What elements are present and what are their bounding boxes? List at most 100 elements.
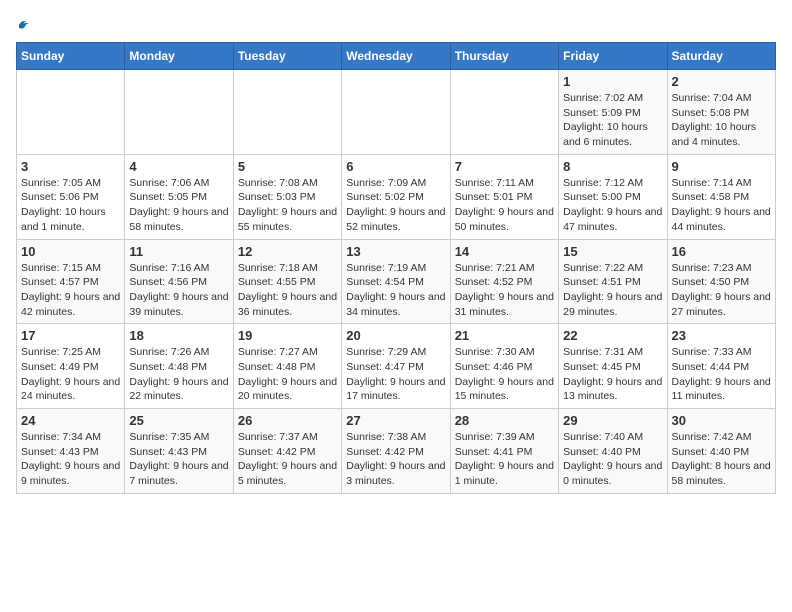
day-number: 9	[672, 159, 771, 174]
weekday-header-friday: Friday	[559, 43, 667, 70]
weekday-header-wednesday: Wednesday	[342, 43, 450, 70]
calendar-cell: 9 Sunrise: 7:14 AM Sunset: 4:58 PM Daylig…	[667, 154, 775, 239]
calendar-cell: 5 Sunrise: 7:08 AM Sunset: 5:03 PM Daylig…	[233, 154, 341, 239]
calendar-cell: 30 Sunrise: 7:42 AM Sunset: 4:40 PM Dayli…	[667, 409, 775, 494]
calendar-cell: 17 Sunrise: 7:25 AM Sunset: 4:49 PM Dayli…	[17, 324, 125, 409]
page-header	[16, 16, 776, 34]
day-info: Sunrise: 7:05 AM Sunset: 5:06 PM Dayligh…	[21, 176, 120, 235]
day-info: Sunrise: 7:22 AM Sunset: 4:51 PM Dayligh…	[563, 261, 662, 320]
weekday-header-saturday: Saturday	[667, 43, 775, 70]
calendar-cell: 25 Sunrise: 7:35 AM Sunset: 4:43 PM Dayli…	[125, 409, 233, 494]
day-info: Sunrise: 7:12 AM Sunset: 5:00 PM Dayligh…	[563, 176, 662, 235]
day-info: Sunrise: 7:40 AM Sunset: 4:40 PM Dayligh…	[563, 430, 662, 489]
day-info: Sunrise: 7:23 AM Sunset: 4:50 PM Dayligh…	[672, 261, 771, 320]
calendar-cell: 16 Sunrise: 7:23 AM Sunset: 4:50 PM Dayli…	[667, 239, 775, 324]
calendar-cell: 7Sunrise: 7:11 AM Sunset: 5:01 PM Daylig…	[450, 154, 558, 239]
calendar-cell: 4 Sunrise: 7:06 AM Sunset: 5:05 PM Daylig…	[125, 154, 233, 239]
calendar-cell: 11 Sunrise: 7:16 AM Sunset: 4:56 PM Dayli…	[125, 239, 233, 324]
day-number: 22	[563, 328, 662, 343]
calendar-cell: 23 Sunrise: 7:33 AM Sunset: 4:44 PM Dayli…	[667, 324, 775, 409]
calendar-body: 1Sunrise: 7:02 AM Sunset: 5:09 PM Daylig…	[17, 70, 776, 494]
calendar-cell: 26 Sunrise: 7:37 AM Sunset: 4:42 PM Dayli…	[233, 409, 341, 494]
day-number: 8	[563, 159, 662, 174]
calendar-cell: 21 Sunrise: 7:30 AM Sunset: 4:46 PM Dayli…	[450, 324, 558, 409]
calendar-week-row: 24Sunrise: 7:34 AM Sunset: 4:43 PM Dayli…	[17, 409, 776, 494]
day-number: 27	[346, 413, 445, 428]
day-info: Sunrise: 7:02 AM Sunset: 5:09 PM Dayligh…	[563, 91, 662, 150]
calendar-cell: 14 Sunrise: 7:21 AM Sunset: 4:52 PM Dayli…	[450, 239, 558, 324]
calendar-week-row: 17 Sunrise: 7:25 AM Sunset: 4:49 PM Dayli…	[17, 324, 776, 409]
day-number: 14	[455, 244, 554, 259]
calendar-cell: 28Sunrise: 7:39 AM Sunset: 4:41 PM Dayli…	[450, 409, 558, 494]
day-number: 18	[129, 328, 228, 343]
logo	[16, 16, 34, 34]
day-info: Sunrise: 7:04 AM Sunset: 5:08 PM Dayligh…	[672, 91, 771, 150]
day-number: 20	[346, 328, 445, 343]
calendar-cell: 27 Sunrise: 7:38 AM Sunset: 4:42 PM Dayli…	[342, 409, 450, 494]
day-info: Sunrise: 7:15 AM Sunset: 4:57 PM Dayligh…	[21, 261, 120, 320]
weekday-header-tuesday: Tuesday	[233, 43, 341, 70]
day-info: Sunrise: 7:29 AM Sunset: 4:47 PM Dayligh…	[346, 345, 445, 404]
calendar-cell	[233, 70, 341, 155]
day-number: 2	[672, 74, 771, 89]
calendar-cell: 19Sunrise: 7:27 AM Sunset: 4:48 PM Dayli…	[233, 324, 341, 409]
logo-bird-icon	[16, 16, 34, 34]
day-number: 25	[129, 413, 228, 428]
day-info: Sunrise: 7:06 AM Sunset: 5:05 PM Dayligh…	[129, 176, 228, 235]
calendar-cell: 29 Sunrise: 7:40 AM Sunset: 4:40 PM Dayli…	[559, 409, 667, 494]
day-info: Sunrise: 7:16 AM Sunset: 4:56 PM Dayligh…	[129, 261, 228, 320]
day-number: 11	[129, 244, 228, 259]
calendar-header: SundayMondayTuesdayWednesdayThursdayFrid…	[17, 43, 776, 70]
day-number: 5	[238, 159, 337, 174]
weekday-header-sunday: Sunday	[17, 43, 125, 70]
day-info: Sunrise: 7:35 AM Sunset: 4:43 PM Dayligh…	[129, 430, 228, 489]
day-info: Sunrise: 7:14 AM Sunset: 4:58 PM Dayligh…	[672, 176, 771, 235]
day-info: Sunrise: 7:27 AM Sunset: 4:48 PM Dayligh…	[238, 345, 337, 404]
calendar-cell	[17, 70, 125, 155]
day-number: 3	[21, 159, 120, 174]
day-number: 16	[672, 244, 771, 259]
calendar-cell: 24Sunrise: 7:34 AM Sunset: 4:43 PM Dayli…	[17, 409, 125, 494]
day-info: Sunrise: 7:21 AM Sunset: 4:52 PM Dayligh…	[455, 261, 554, 320]
day-info: Sunrise: 7:08 AM Sunset: 5:03 PM Dayligh…	[238, 176, 337, 235]
calendar-cell: 13Sunrise: 7:19 AM Sunset: 4:54 PM Dayli…	[342, 239, 450, 324]
day-number: 4	[129, 159, 228, 174]
calendar-cell: 12Sunrise: 7:18 AM Sunset: 4:55 PM Dayli…	[233, 239, 341, 324]
day-number: 17	[21, 328, 120, 343]
calendar-cell: 10 Sunrise: 7:15 AM Sunset: 4:57 PM Dayli…	[17, 239, 125, 324]
day-number: 12	[238, 244, 337, 259]
day-info: Sunrise: 7:37 AM Sunset: 4:42 PM Dayligh…	[238, 430, 337, 489]
calendar-cell: 22 Sunrise: 7:31 AM Sunset: 4:45 PM Dayli…	[559, 324, 667, 409]
day-number: 13	[346, 244, 445, 259]
calendar-cell: 18Sunrise: 7:26 AM Sunset: 4:48 PM Dayli…	[125, 324, 233, 409]
day-number: 15	[563, 244, 662, 259]
weekday-header-monday: Monday	[125, 43, 233, 70]
day-info: Sunrise: 7:25 AM Sunset: 4:49 PM Dayligh…	[21, 345, 120, 404]
day-info: Sunrise: 7:33 AM Sunset: 4:44 PM Dayligh…	[672, 345, 771, 404]
calendar-cell: 8 Sunrise: 7:12 AM Sunset: 5:00 PM Daylig…	[559, 154, 667, 239]
day-info: Sunrise: 7:11 AM Sunset: 5:01 PM Dayligh…	[455, 176, 554, 235]
day-info: Sunrise: 7:42 AM Sunset: 4:40 PM Dayligh…	[672, 430, 771, 489]
day-number: 28	[455, 413, 554, 428]
calendar-cell: 2 Sunrise: 7:04 AM Sunset: 5:08 PM Daylig…	[667, 70, 775, 155]
day-number: 10	[21, 244, 120, 259]
day-info: Sunrise: 7:30 AM Sunset: 4:46 PM Dayligh…	[455, 345, 554, 404]
calendar-week-row: 1Sunrise: 7:02 AM Sunset: 5:09 PM Daylig…	[17, 70, 776, 155]
day-number: 21	[455, 328, 554, 343]
calendar-cell	[342, 70, 450, 155]
day-number: 23	[672, 328, 771, 343]
day-number: 29	[563, 413, 662, 428]
calendar-cell	[125, 70, 233, 155]
calendar-cell: 20 Sunrise: 7:29 AM Sunset: 4:47 PM Dayli…	[342, 324, 450, 409]
day-number: 6	[346, 159, 445, 174]
day-number: 30	[672, 413, 771, 428]
calendar-week-row: 3 Sunrise: 7:05 AM Sunset: 5:06 PM Daylig…	[17, 154, 776, 239]
weekday-header-row: SundayMondayTuesdayWednesdayThursdayFrid…	[17, 43, 776, 70]
calendar-cell: 1Sunrise: 7:02 AM Sunset: 5:09 PM Daylig…	[559, 70, 667, 155]
day-info: Sunrise: 7:09 AM Sunset: 5:02 PM Dayligh…	[346, 176, 445, 235]
day-info: Sunrise: 7:31 AM Sunset: 4:45 PM Dayligh…	[563, 345, 662, 404]
day-info: Sunrise: 7:34 AM Sunset: 4:43 PM Dayligh…	[21, 430, 120, 489]
day-number: 26	[238, 413, 337, 428]
calendar-cell: 3 Sunrise: 7:05 AM Sunset: 5:06 PM Daylig…	[17, 154, 125, 239]
day-info: Sunrise: 7:38 AM Sunset: 4:42 PM Dayligh…	[346, 430, 445, 489]
